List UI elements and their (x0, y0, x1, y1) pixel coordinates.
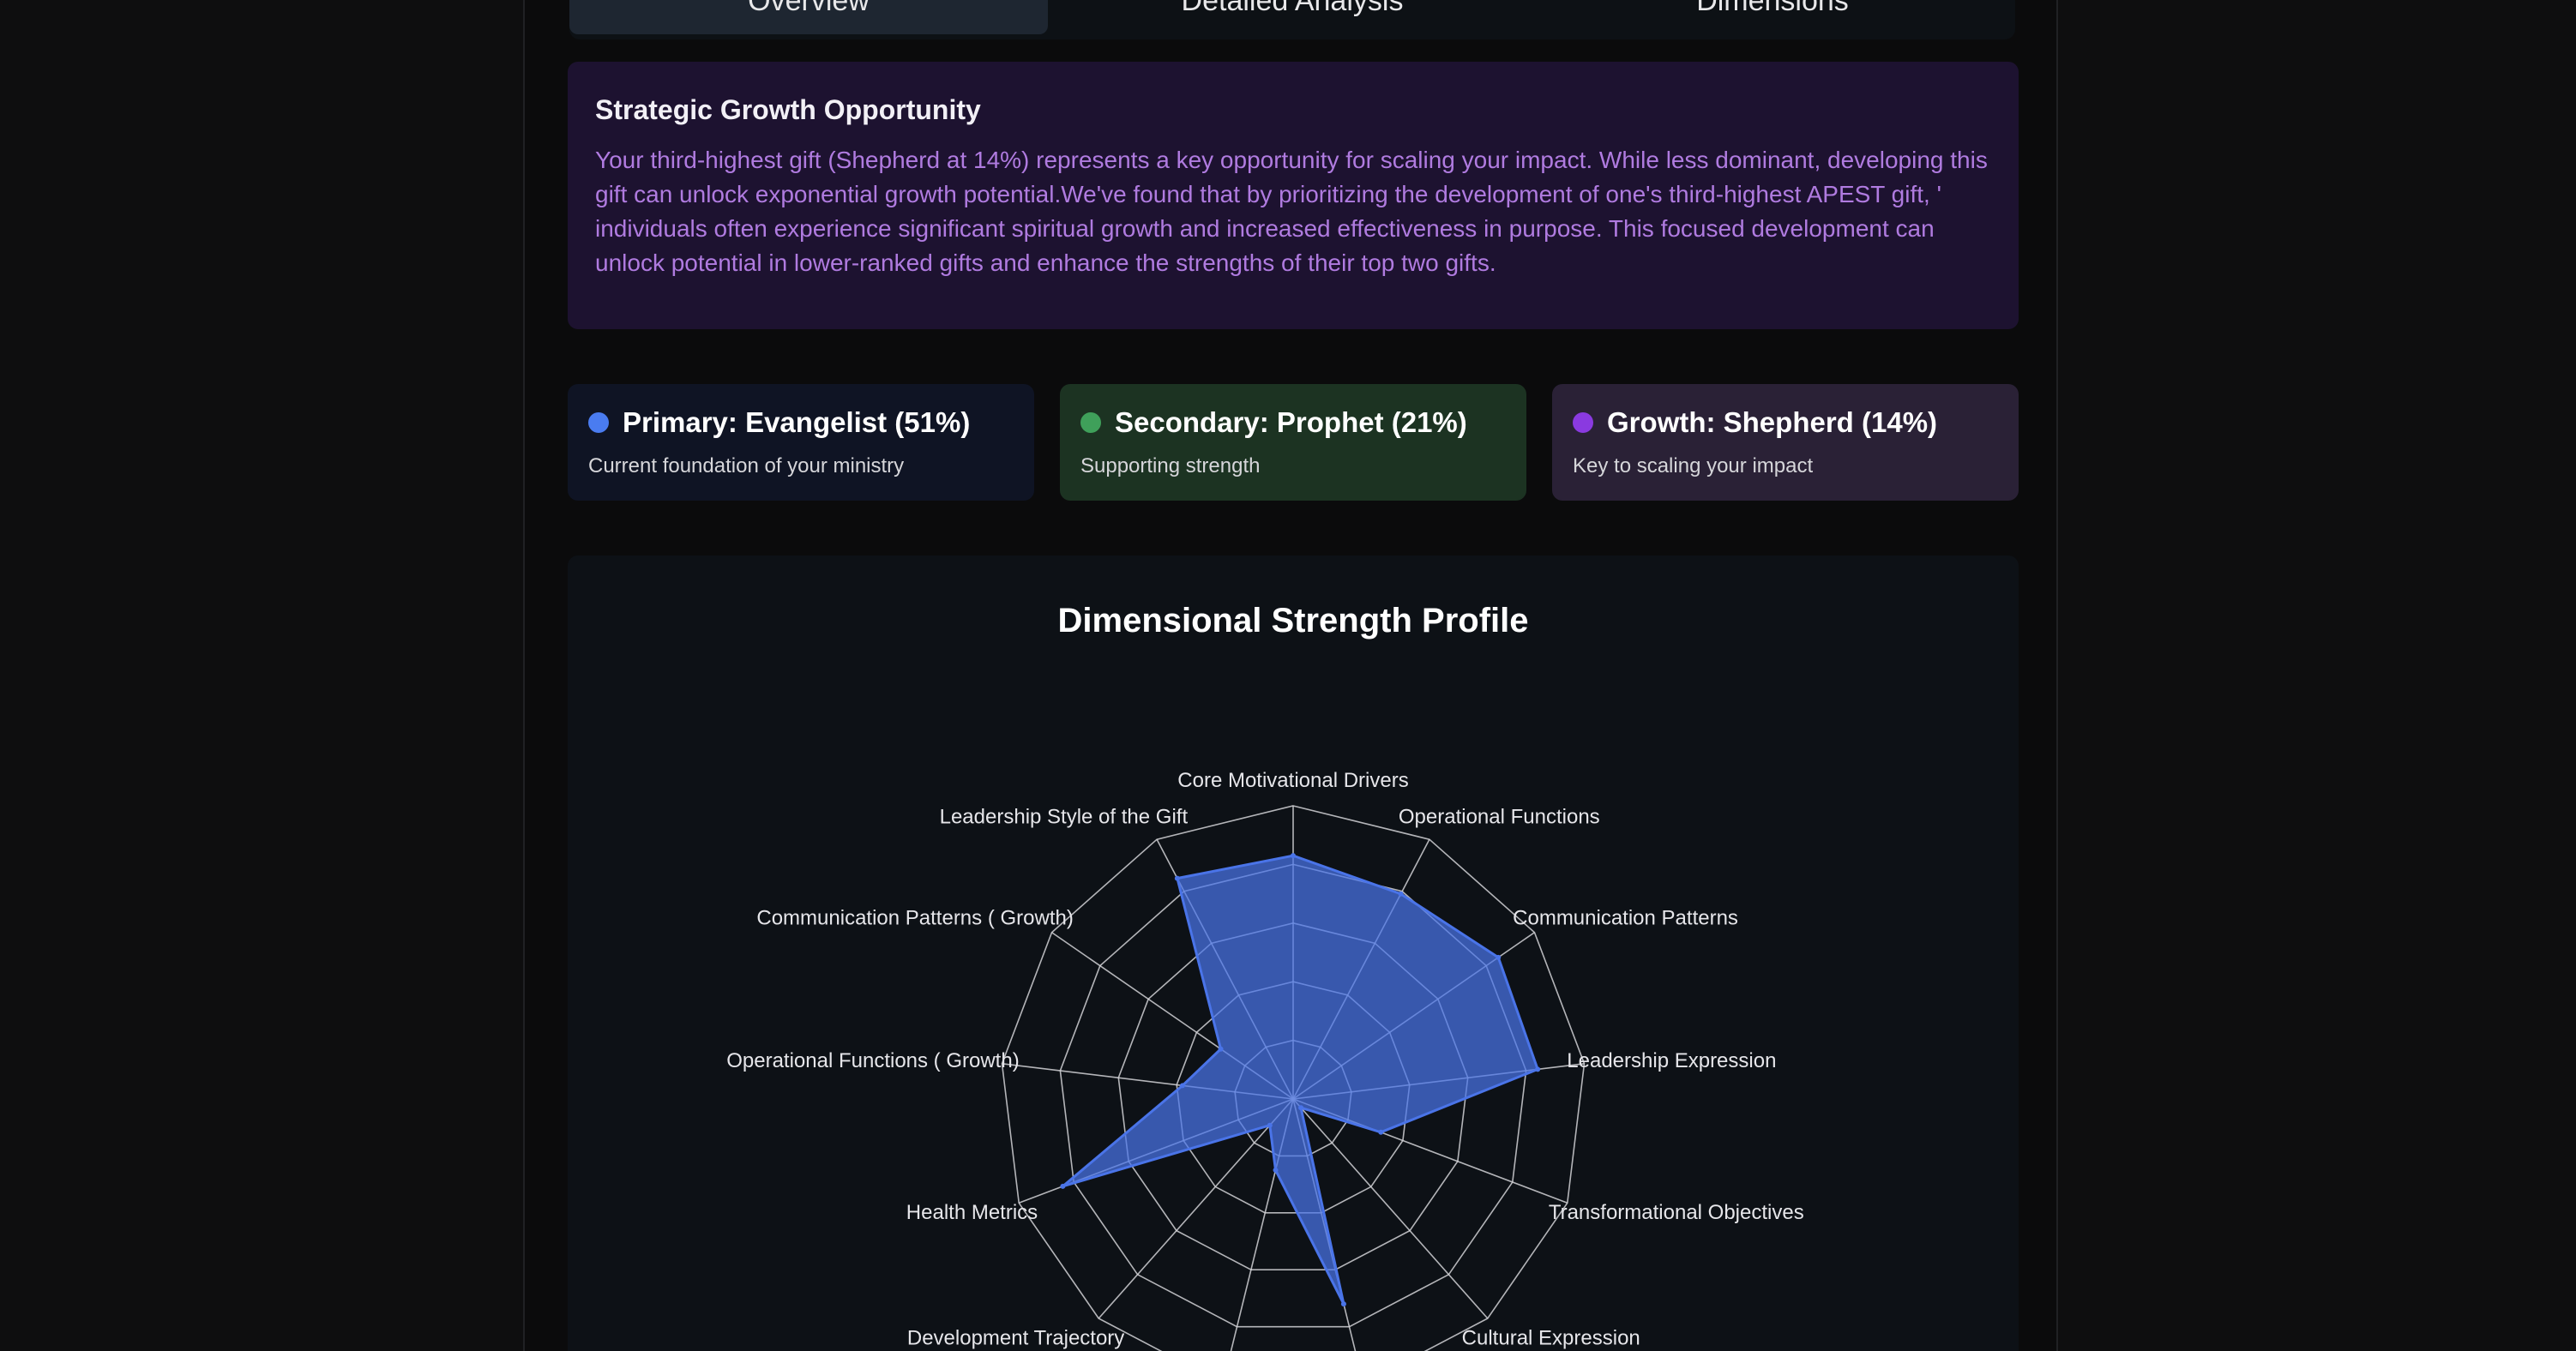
primary-dot-icon (588, 412, 609, 433)
growth-gift-card: Growth: Shepherd (14%) Key to scaling yo… (1552, 384, 2019, 501)
radar-data-point-10 (1060, 1183, 1066, 1189)
results-container: Overview Detailed Analysis Dimensions St… (523, 0, 2058, 1351)
growth-dot-icon (1573, 412, 1593, 433)
growth-gift-title: Growth: Shepherd (14%) (1607, 406, 1938, 438)
tab-dimensions-label: Dimensions (1696, 0, 1849, 17)
radar-axis-label: Communication Patterns (1513, 907, 1738, 930)
growth-gift-subtitle: Key to scaling your impact (1573, 454, 1814, 477)
radar-axis-label: Health Metrics (906, 1201, 1038, 1224)
secondary-dot-icon (1080, 412, 1101, 433)
radar-axis-label: Leadership Style of the Gift (940, 806, 1189, 829)
radar-axis-label: Development Trajectory (907, 1326, 1124, 1349)
radar-data-point-8 (1273, 1168, 1279, 1174)
radar-data-point-7 (1340, 1301, 1346, 1307)
radar-data-point-9 (1267, 1122, 1273, 1128)
tab-bar: Overview Detailed Analysis Dimensions (569, 0, 2015, 39)
radar-chart: Core Motivational Drivers Operational Fun… (726, 769, 1804, 1351)
dimensional-profile-panel: Dimensional Strength Profile Core Motiva… (568, 555, 2019, 1351)
growth-title: Strategic Growth Opportunity (595, 94, 981, 125)
radar-axis-label: Operational Functions (1399, 806, 1600, 829)
radar-axis-label: Communication Patterns ( Growth) (756, 907, 1073, 930)
tab-overview[interactable]: Overview (569, 0, 1048, 34)
radar-data-point-3 (1496, 954, 1502, 960)
radar-data-point-12 (1218, 1046, 1224, 1052)
secondary-gift-title: Secondary: Prophet (21%) (1115, 406, 1467, 438)
radar-axis-label: Operational Functions ( Growth) (726, 1049, 1019, 1072)
radar-axis-label: Leadership Expression (1567, 1049, 1776, 1072)
tab-detailed-analysis-label: Detailed Analysis (1181, 0, 1404, 17)
secondary-gift-subtitle: Supporting strength (1080, 454, 1261, 477)
radar-data-point-4 (1535, 1066, 1541, 1072)
radar-data-point-11 (1179, 1083, 1185, 1089)
primary-gift-subtitle: Current foundation of your ministry (588, 454, 905, 477)
tab-overview-label: Overview (748, 0, 870, 17)
radar-data-point-1 (1291, 853, 1296, 859)
radar-data-point-13 (1174, 875, 1180, 881)
radar-data-point-5 (1378, 1129, 1384, 1135)
growth-opportunity-panel: Strategic Growth Opportunity Your third-… (568, 62, 2019, 329)
tab-detailed-analysis[interactable]: Detailed Analysis (1053, 0, 1532, 34)
radar-axis-label: Cultural Expression (1462, 1326, 1640, 1349)
secondary-gift-card: Secondary: Prophet (21%) Supporting stre… (1060, 384, 1526, 501)
radar-axis-label: Core Motivational Drivers (1177, 769, 1408, 792)
tab-dimensions[interactable]: Dimensions (1533, 0, 2012, 34)
radar-data-point-2 (1398, 891, 1404, 897)
growth-description: Your third-highest gift (Shepherd at 14%… (595, 147, 1988, 276)
radar-axis-label: Transformational Objectives (1549, 1201, 1804, 1224)
primary-gift-title: Primary: Evangelist (51%) (623, 406, 971, 438)
primary-gift-card: Primary: Evangelist (51%) Current founda… (568, 384, 1034, 501)
radar-data-point-6 (1298, 1105, 1304, 1111)
page: Overview Detailed Analysis Dimensions St… (0, 0, 2576, 1351)
